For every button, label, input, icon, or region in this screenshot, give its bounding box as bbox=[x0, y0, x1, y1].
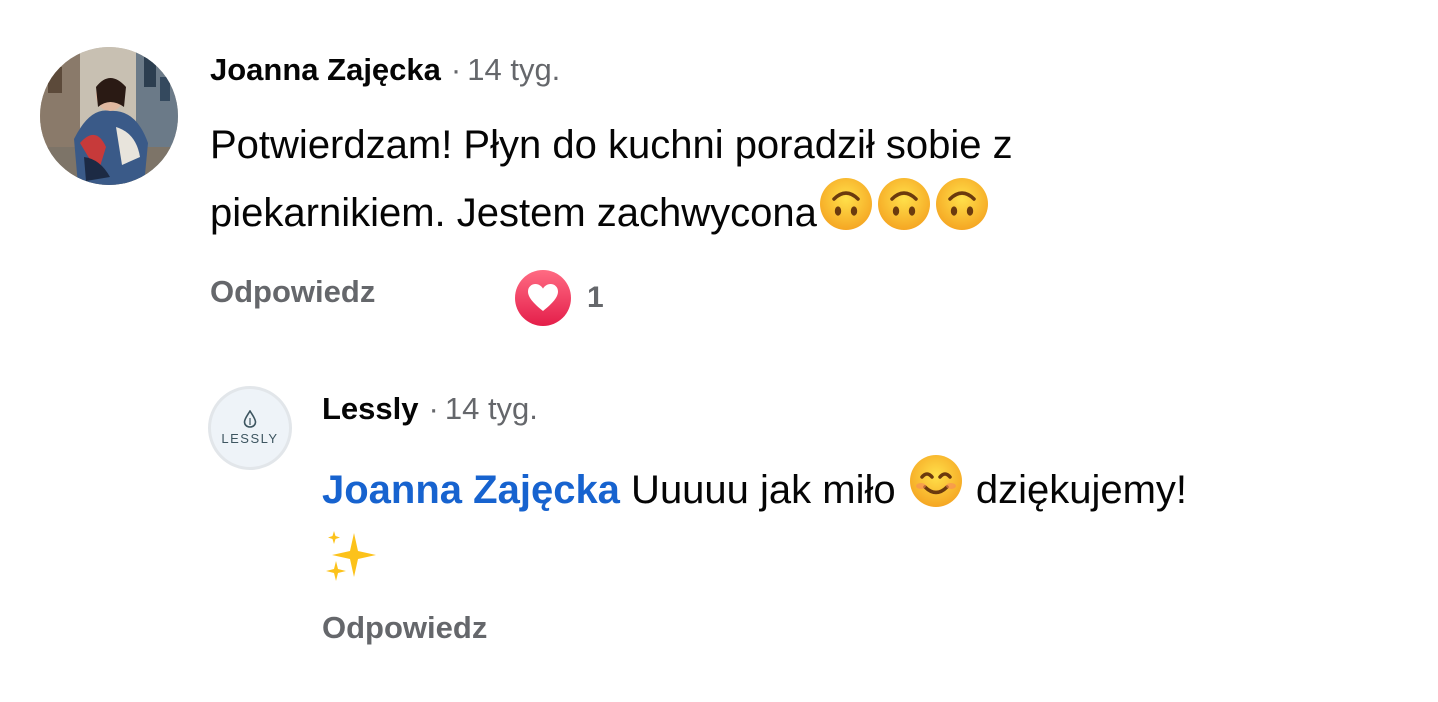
reply-button[interactable]: Odpowiedz bbox=[210, 272, 375, 312]
reply-text-part-a: Uuuuu jak miło bbox=[619, 468, 907, 512]
comment-text-line-2-text: piekarnikiem. Jestem zachwycona bbox=[210, 191, 817, 235]
upside-down-face-icon bbox=[817, 175, 875, 250]
reaction-count: 1 bbox=[587, 281, 604, 314]
drop-icon bbox=[243, 410, 257, 428]
upside-down-face-icon bbox=[875, 175, 933, 250]
comment-text-line-1: Potwierdzam! Płyn do kuchni poradził sob… bbox=[210, 123, 1013, 167]
reply-timestamp[interactable]: 14 tyg. bbox=[445, 391, 538, 426]
reply-text: Joanna Zajęcka Uuuuu jak miło dziękujemy… bbox=[322, 452, 1402, 602]
separator-dot: · bbox=[428, 391, 439, 426]
avatar[interactable]: LESSLY bbox=[208, 386, 292, 470]
upside-down-face-icon bbox=[933, 175, 991, 250]
reply-text-part-b: dziękujemy! bbox=[964, 468, 1188, 512]
heart-icon bbox=[515, 270, 571, 326]
smiling-face-icon bbox=[907, 452, 965, 527]
logo-text: LESSLY bbox=[221, 431, 279, 446]
comment-text-line-2: piekarnikiem. Jestem zachwycona bbox=[210, 175, 1390, 250]
reply-author[interactable]: Lessly bbox=[322, 391, 419, 426]
avatar-photo-image bbox=[40, 47, 178, 185]
reply-button[interactable]: Odpowiedz bbox=[322, 608, 487, 648]
comment-timestamp[interactable]: 14 tyg. bbox=[467, 52, 560, 87]
mention-link[interactable]: Joanna Zajęcka bbox=[322, 468, 620, 512]
reply-text-line-2 bbox=[322, 527, 1402, 602]
reply-text-line-1: Joanna Zajęcka Uuuuu jak miło dziękujemy… bbox=[322, 452, 1402, 527]
reply-header: Lessly · 14 tyg. bbox=[322, 389, 538, 429]
sparkles-icon bbox=[322, 527, 380, 602]
comment-author[interactable]: Joanna Zajęcka bbox=[210, 52, 441, 87]
comment-header: Joanna Zajęcka · 14 tyg. bbox=[210, 50, 560, 90]
avatar[interactable] bbox=[40, 47, 178, 185]
separator-dot: · bbox=[450, 52, 462, 87]
reaction-summary[interactable]: 1 bbox=[515, 270, 604, 326]
comment-text: Potwierdzam! Płyn do kuchni poradził sob… bbox=[210, 115, 1390, 250]
